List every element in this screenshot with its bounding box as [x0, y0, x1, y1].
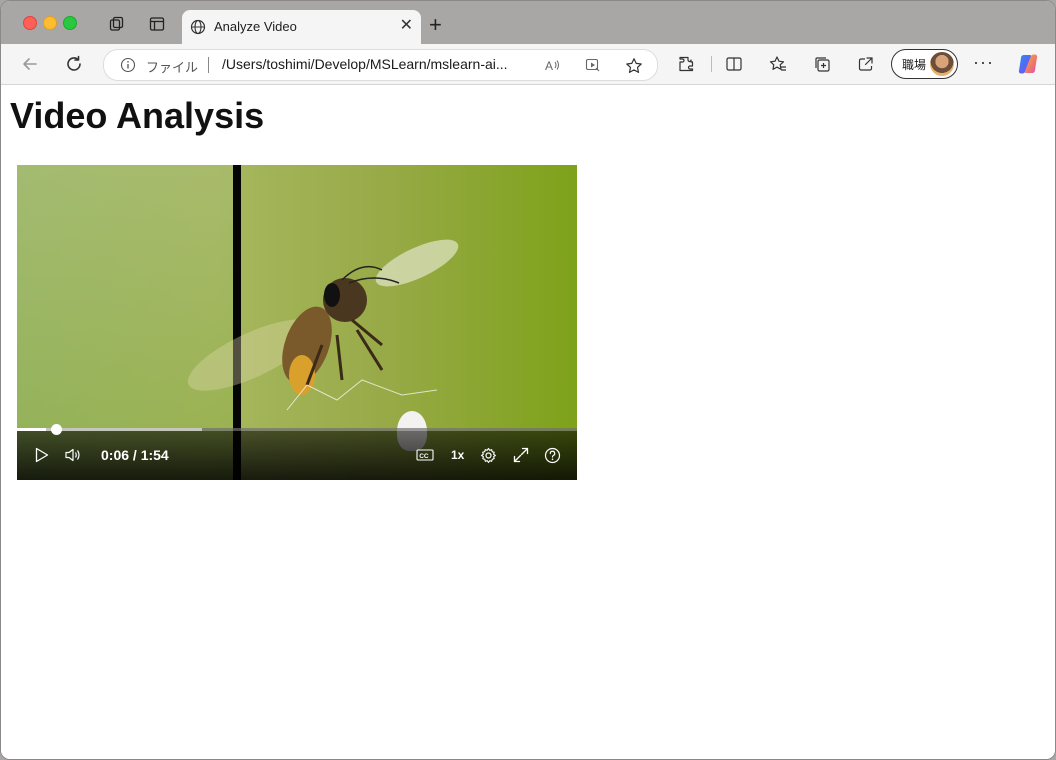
- avatar: [930, 52, 954, 76]
- info-icon[interactable]: [120, 57, 136, 78]
- tab-bar: Analyze Video ✕ +: [1, 1, 1055, 44]
- tab-actions-icon[interactable]: [149, 16, 165, 32]
- copilot-icon[interactable]: [1017, 53, 1039, 75]
- profile-button[interactable]: 職場: [891, 49, 958, 79]
- tab-analyze-video[interactable]: Analyze Video ✕: [182, 10, 421, 44]
- progress-bar[interactable]: [17, 424, 577, 435]
- read-aloud-icon[interactable]: A: [544, 57, 560, 73]
- new-tab-icon[interactable]: +: [429, 14, 442, 36]
- address-bar[interactable]: ファイル /Users/toshimi/Develop/MSLearn/msle…: [103, 49, 658, 81]
- extensions-icon[interactable]: [677, 55, 695, 73]
- video-player[interactable]: 0:06 / 1:54 CC 1x: [17, 165, 577, 480]
- page-content: Video Analysis 0:06 / 1:54 CC 1x: [1, 85, 1055, 759]
- video-time: 0:06 / 1:54: [101, 447, 169, 463]
- media-icon[interactable]: [585, 57, 601, 73]
- profile-name: 職場: [902, 58, 927, 72]
- back-icon[interactable]: [20, 54, 40, 74]
- svg-text:A: A: [545, 59, 553, 73]
- more-icon[interactable]: ···: [973, 52, 994, 73]
- close-icon[interactable]: ✕: [400, 18, 413, 34]
- video-controls: 0:06 / 1:54 CC 1x: [17, 424, 577, 480]
- toolbar: ファイル /Users/toshimi/Develop/MSLearn/msle…: [1, 44, 1055, 85]
- svg-text:CC: CC: [419, 453, 429, 460]
- globe-icon: [190, 19, 206, 40]
- settings-icon[interactable]: [480, 447, 497, 469]
- divider: [208, 57, 209, 73]
- favorites-icon[interactable]: [769, 55, 787, 73]
- share-icon[interactable]: [857, 55, 875, 73]
- bee-illustration: [187, 239, 459, 411]
- playback-speed[interactable]: 1x: [451, 448, 464, 462]
- progress-thumb[interactable]: [51, 424, 63, 435]
- minimize-window-button[interactable]: [43, 16, 57, 30]
- browser-window: Analyze Video ✕ + ファイル /Users/toshimi/De…: [0, 0, 1056, 760]
- collections-icon[interactable]: [813, 55, 831, 73]
- favorite-icon[interactable]: [625, 57, 642, 73]
- fullscreen-icon[interactable]: [513, 447, 529, 468]
- scheme-label: ファイル: [146, 60, 199, 75]
- help-icon[interactable]: [544, 447, 561, 469]
- toolbar-divider: [711, 56, 712, 72]
- play-icon[interactable]: [35, 447, 49, 468]
- tab-title: Analyze Video: [214, 19, 297, 34]
- zoom-window-button[interactable]: [63, 16, 77, 30]
- close-window-button[interactable]: [23, 16, 37, 30]
- workspaces-icon[interactable]: [109, 16, 125, 32]
- page-title: Video Analysis: [10, 95, 265, 136]
- volume-icon[interactable]: [64, 447, 82, 468]
- reload-icon[interactable]: [64, 54, 84, 74]
- captions-icon[interactable]: CC: [416, 447, 434, 468]
- split-screen-icon[interactable]: [725, 55, 743, 73]
- progress-played: [17, 428, 47, 431]
- url-text[interactable]: /Users/toshimi/Develop/MSLearn/mslearn-a…: [222, 56, 522, 72]
